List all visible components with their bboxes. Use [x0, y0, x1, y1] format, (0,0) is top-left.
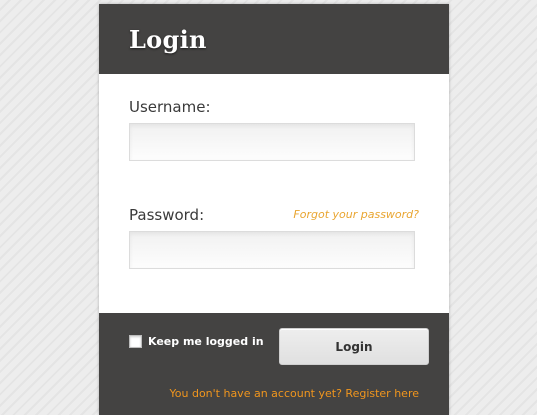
username-input[interactable] — [129, 123, 415, 161]
keep-logged-in-label: Keep me logged in — [148, 335, 264, 348]
login-form: Username: Password: Forgot your password… — [99, 74, 449, 313]
keep-logged-in-toggle[interactable]: Keep me logged in — [129, 335, 264, 348]
register-link[interactable]: You don't have an account yet? Register … — [170, 387, 420, 400]
forgot-password-link[interactable]: Forgot your password? — [293, 208, 419, 221]
password-label: Password: — [129, 206, 205, 224]
login-header: Login — [99, 4, 449, 74]
login-panel: Login Username: Password: Forgot your pa… — [99, 4, 449, 415]
login-title: Login — [129, 24, 207, 54]
login-button[interactable]: Login — [279, 328, 429, 365]
login-footer: Keep me logged in Login You don't have a… — [99, 313, 449, 415]
password-input[interactable] — [129, 231, 415, 269]
username-label: Username: — [129, 98, 211, 116]
keep-logged-in-checkbox[interactable] — [129, 335, 142, 348]
